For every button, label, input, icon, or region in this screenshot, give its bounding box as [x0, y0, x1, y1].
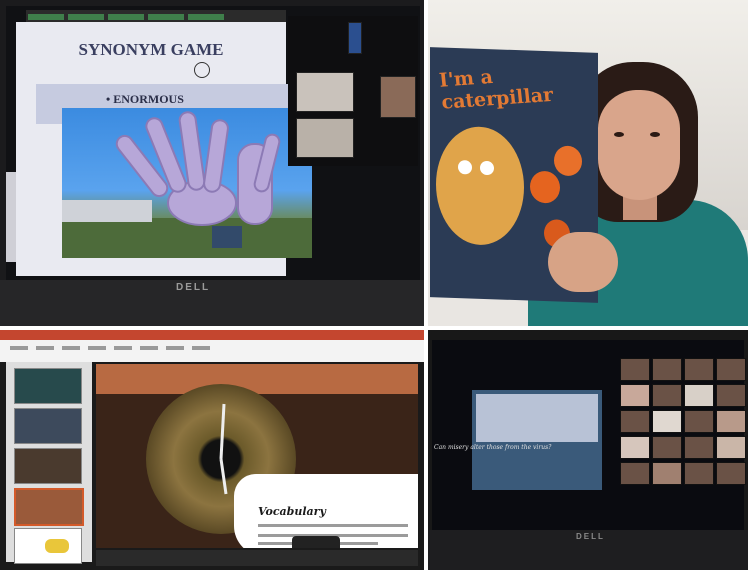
girl-hand: [548, 232, 618, 292]
caterpillar-eye: [458, 160, 472, 175]
book-title: I'm a caterpillar: [438, 65, 555, 114]
slide-edge: [6, 172, 16, 262]
presentation-slide: SYNONYM GAME • ENORMOUS: [16, 22, 312, 276]
bullet-line: [258, 524, 408, 527]
shared-caption: Can misery alter those from the virus?: [434, 444, 552, 451]
participant-video: [296, 72, 354, 112]
giant-hands-photo: [62, 108, 312, 258]
participant-video: [296, 118, 354, 158]
slide-title: SYNONYM GAME: [78, 40, 224, 59]
flower: [530, 170, 560, 204]
laptop-brand: DELL: [576, 532, 605, 541]
slide-thumbnail-selected: [14, 488, 84, 526]
laptop-bezel: [0, 280, 424, 326]
participant-video: [348, 22, 362, 54]
photo-synonym-game-laptop: SYNONYM GAME • ENORMOUS DELL: [0, 0, 424, 326]
caterpillar-eye: [480, 160, 494, 176]
participant-video: [380, 76, 416, 118]
shared-image: [476, 394, 598, 442]
slide-circle-icon: [194, 62, 210, 78]
slide-thumbnail: [14, 368, 82, 404]
flower: [554, 145, 582, 177]
photo-powerpoint-vocabulary: Vocabulary: [0, 330, 424, 570]
eye: [650, 132, 660, 137]
laptop-brand: DELL: [176, 282, 211, 293]
app-titlebar: [0, 330, 424, 340]
hand-icon: [292, 536, 340, 548]
eye: [614, 132, 624, 137]
laptop-screen: Can misery alter those from the virus?: [432, 340, 746, 530]
slide-heading: Vocabulary: [258, 505, 326, 518]
participant-grid: [620, 358, 746, 498]
laptop-screen: SYNONYM GAME • ENORMOUS: [6, 6, 420, 280]
girl-face: [598, 90, 680, 200]
slide-word: • ENORMOUS: [106, 92, 184, 106]
status-bar: [96, 550, 418, 566]
zoom-toolbar: [26, 10, 286, 22]
slide-thumbnail: [14, 408, 82, 444]
app-ribbon: [0, 340, 424, 362]
slide-thumbnail: [14, 448, 82, 484]
caterpillar-illustration: [436, 125, 524, 247]
slide-thumbnails-panel: [6, 362, 92, 564]
video-thumbnails: [288, 16, 418, 166]
photo-zoom-gallery-laptop: Can misery alter those from the virus? D…: [428, 330, 748, 570]
slide-thumbnail: [14, 528, 82, 564]
main-slide: Vocabulary: [96, 364, 418, 548]
photo-girl-with-book: I'm a caterpillar: [428, 0, 748, 326]
